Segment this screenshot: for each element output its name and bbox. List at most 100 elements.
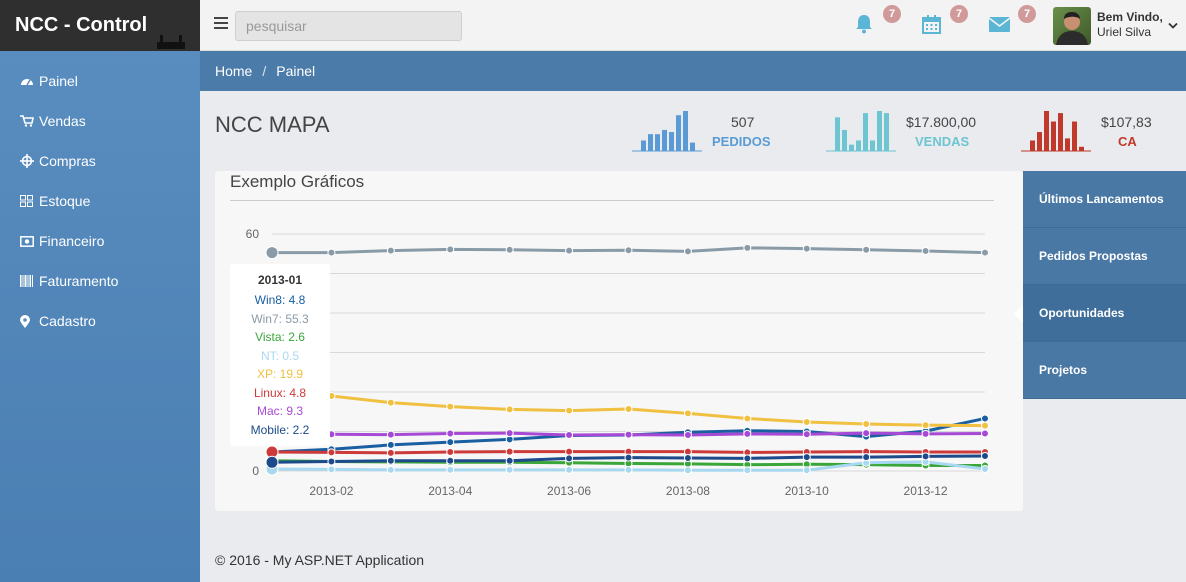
sparkbar — [863, 113, 868, 151]
sparkbar — [683, 111, 688, 151]
tab-label: Últimos Lancamentos — [1039, 192, 1164, 206]
mail-icon[interactable] — [987, 12, 1011, 36]
sparkbar — [1065, 138, 1070, 151]
sidebar: NCC - Control Painel Vendas Compras Esto… — [0, 0, 200, 582]
tooltip-rows: Win8: 4.8 Win7: 55.3 Vista: 2.6 NT: 0.5 XP: … — [230, 291, 330, 439]
sparkbar — [662, 129, 667, 151]
tooltip-row: Mobile: 2.2 — [250, 422, 310, 437]
hamburger-icon[interactable] — [214, 17, 228, 29]
sidebar-item-label: Cadastro — [39, 313, 96, 329]
tooltip-row: XP: 19.9 — [256, 367, 304, 381]
active-tab-indicator — [1014, 305, 1023, 323]
sparkbar — [849, 144, 854, 151]
tab-oportunidades[interactable]: Oportunidades — [1014, 285, 1186, 342]
sidebar-item-label: Estoque — [39, 193, 91, 209]
sidebar-item-estoque[interactable]: Estoque — [0, 181, 200, 221]
sparkbar-chart — [1021, 111, 1091, 152]
router-icon — [157, 35, 185, 49]
tooltip-row: Win8: 4.8 — [254, 293, 306, 307]
breadcrumb-home[interactable]: Home — [215, 63, 252, 79]
sidebar-item-painel[interactable]: Painel — [0, 61, 200, 101]
sidebar-nav: Painel Vendas Compras Estoque Financeiro — [0, 51, 200, 341]
kpi-label: PEDIDOS — [712, 134, 771, 149]
notification-badge: 7 — [883, 5, 901, 23]
tooltip-row: Linux: 4.8 — [253, 385, 307, 400]
panel-title: Exemplo Gráficos — [230, 172, 365, 191]
sidebar-item-cadastro[interactable]: Cadastro — [0, 301, 200, 341]
sparkbar — [690, 142, 695, 151]
cart-icon — [20, 115, 39, 127]
app-title: NCC - Control — [15, 14, 148, 36]
tab-label: Pedidos Propostas — [1039, 249, 1148, 263]
sidebar-item-vendas[interactable]: Vendas — [0, 101, 200, 141]
chart-panel: Exemplo Gráficos — [215, 171, 1023, 511]
tab-label: Oportunidades — [1039, 306, 1125, 320]
panel-divider — [230, 200, 994, 201]
sparkbar — [1079, 146, 1084, 151]
sidebar-item-compras[interactable]: Compras — [0, 141, 200, 181]
search-input[interactable] — [235, 11, 462, 41]
welcome-text: Bem Vindo, — [1097, 10, 1163, 24]
sidebar-item-label: Compras — [39, 153, 96, 169]
sparkbar — [655, 134, 660, 151]
sparkbar — [884, 113, 889, 151]
kpi-value: 507 — [731, 114, 755, 130]
tooltip-row: Mac: 9.3 — [256, 404, 304, 418]
mail-badge: 7 — [1018, 5, 1036, 23]
sidebar-item-label: Faturamento — [39, 273, 119, 289]
sidebar-item-label: Painel — [39, 73, 78, 89]
breadcrumb: Home / Painel — [200, 51, 1186, 91]
tab-projetos[interactable]: Projetos — [1023, 342, 1186, 399]
bell-icon[interactable] — [852, 12, 876, 36]
sparkbar — [842, 129, 847, 151]
sidebar-item-label: Financeiro — [39, 233, 105, 249]
user-info[interactable]: Bem Vindo, Uriel Silva — [1097, 10, 1163, 40]
grid-icon — [20, 195, 39, 207]
sparkbar — [1044, 111, 1049, 151]
sidebar-item-faturamento[interactable]: Faturamento — [0, 261, 200, 301]
sparkbar — [641, 140, 646, 151]
sidebar-item-label: Vendas — [39, 113, 86, 129]
tooltip-row: Vista: 2.6 — [255, 330, 305, 344]
kpi-value: $17.800,00 — [906, 114, 977, 130]
sparkbar — [1037, 132, 1042, 151]
sparkbar — [1030, 140, 1035, 151]
page-title: NCC MAPA — [215, 112, 330, 137]
app-brand[interactable]: NCC - Control — [0, 0, 200, 51]
dashboard-icon — [20, 75, 39, 87]
map-marker-icon — [20, 314, 39, 328]
avatar[interactable] — [1053, 7, 1091, 45]
tooltip-row: Win7: 55.3 — [251, 311, 309, 326]
breadcrumb-current: Painel — [276, 63, 316, 79]
footer-text: © 2016 - My ASP.NET Application — [215, 552, 425, 568]
sparkbar — [648, 134, 653, 151]
sparkbar — [1058, 113, 1063, 151]
breadcrumb-separator: / — [262, 63, 267, 79]
sparkbar — [835, 117, 840, 151]
sparkbar-chart — [826, 111, 896, 152]
tab--ltimos-lancamentos[interactable]: Últimos Lancamentos — [1023, 171, 1186, 228]
kpi-label: CA — [1118, 134, 1137, 149]
sidebar-item-financeiro[interactable]: Financeiro — [0, 221, 200, 261]
chart-tooltip: 2013-01 Win8: 4.8 Win7: 55.3 Vista: 2.6 NT:… — [230, 264, 330, 446]
sparkbar — [856, 140, 861, 151]
tab-label: Projetos — [1039, 363, 1088, 377]
kpi-value: $107,83 — [1101, 114, 1152, 130]
crosshair-icon — [20, 154, 39, 168]
sparkbar — [1051, 121, 1056, 151]
sparkbar — [870, 140, 875, 151]
money-icon — [20, 235, 39, 247]
user-name: Uriel Silva — [1097, 25, 1152, 39]
calendar-icon[interactable] — [919, 12, 943, 36]
tooltip-title: 2013-01 — [257, 273, 303, 287]
sparkbar — [1072, 121, 1077, 151]
tab-pedidos-propostas[interactable]: Pedidos Propostas — [1023, 228, 1186, 285]
sparkbar — [877, 111, 882, 151]
topbar: 7 7 7 Bem Vindo, Uriel Silva — [200, 0, 1186, 51]
chevron-down-icon[interactable] — [1168, 22, 1178, 30]
calendar-badge: 7 — [950, 5, 968, 23]
tooltip-row: NT: 0.5 — [260, 348, 299, 363]
kpi-label: VENDAS — [915, 134, 970, 149]
sparkbar — [676, 115, 681, 151]
sparkbar — [669, 132, 674, 151]
